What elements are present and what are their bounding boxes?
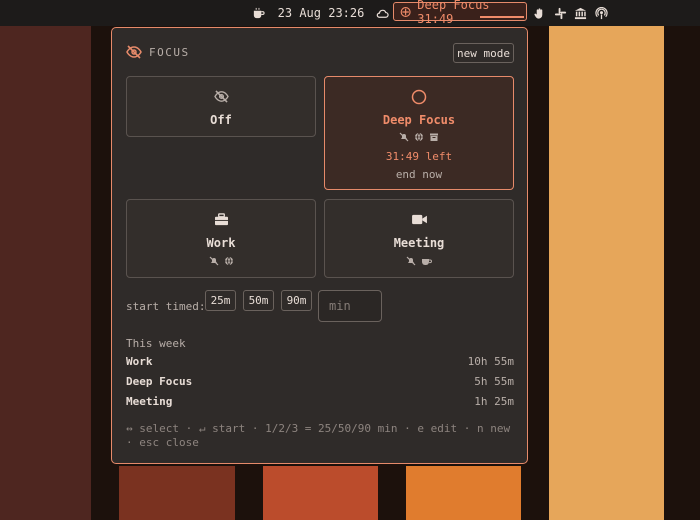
start-timed-label: start timed: — [126, 300, 206, 313]
coffee-icon[interactable] — [251, 0, 265, 26]
popover-title: FOCUS — [149, 46, 190, 59]
mode-card-work[interactable]: Work — [126, 199, 316, 278]
mode-card-deep-focus[interactable]: Deep Focus 31:49 left end now — [324, 76, 514, 190]
focus-progress-bar — [480, 16, 524, 18]
timed-50m-button[interactable]: 50m — [243, 290, 274, 311]
mode-label: Off — [210, 113, 232, 127]
eye-off-icon — [126, 45, 142, 59]
mode-label: Work — [206, 236, 236, 250]
row-duration: 10h 55m — [467, 355, 514, 368]
hand-icon[interactable] — [532, 0, 546, 26]
week-summary-row: Meeting 1h 25m — [126, 395, 514, 408]
wallpaper-stripe — [549, 26, 664, 520]
podcast-icon[interactable] — [594, 0, 608, 26]
row-mode-name: Work — [126, 355, 153, 368]
wallpaper-stripe — [119, 466, 235, 520]
mode-card-off[interactable]: Off — [126, 76, 316, 137]
eye-off-icon — [213, 90, 229, 103]
bank-icon[interactable] — [573, 0, 587, 26]
timed-25m-button[interactable]: 25m — [205, 290, 236, 311]
week-summary-row: Work 10h 55m — [126, 355, 514, 368]
menu-bar: 23 Aug 23:26 Deep Focus 31:49 — [0, 0, 700, 26]
wallpaper-stripe — [263, 466, 378, 520]
archive-icon — [430, 133, 438, 141]
wallpaper-stripe — [0, 26, 91, 520]
mode-label: Meeting — [393, 236, 445, 250]
keyboard-hints: ↔ select · ↵ start · 1/2/3 = 25/50/90 mi… — [126, 422, 511, 449]
globe-icon — [224, 256, 233, 266]
briefcase-icon — [214, 213, 228, 226]
focus-target-icon — [400, 6, 411, 17]
custom-minutes-input[interactable] — [318, 290, 382, 322]
row-duration: 5h 55m — [474, 375, 514, 388]
row-mode-name: Deep Focus — [126, 375, 193, 388]
week-summary-title: This week — [126, 337, 186, 350]
new-mode-button[interactable]: new mode — [453, 43, 514, 63]
end-now-button[interactable]: end now — [325, 168, 513, 181]
bell-off-icon — [406, 256, 415, 266]
bell-off-icon — [399, 132, 409, 142]
video-icon — [411, 214, 427, 225]
circle-icon — [411, 89, 427, 105]
timed-90m-button[interactable]: 90m — [281, 290, 312, 311]
row-duration: 1h 25m — [474, 395, 514, 408]
slack-icon[interactable] — [553, 0, 567, 26]
week-summary-row: Deep Focus 5h 55m — [126, 375, 514, 388]
menubar-clock[interactable]: 23 Aug 23:26 — [276, 0, 366, 26]
wallpaper-stripe — [406, 466, 521, 520]
mode-card-meeting[interactable]: Meeting — [324, 199, 514, 278]
coffee-icon — [421, 259, 432, 265]
focus-status-text: Deep Focus 31:49 — [417, 0, 490, 26]
time-left: 31:49 left — [385, 150, 453, 163]
globe-icon — [415, 132, 423, 142]
focus-status-pill[interactable]: Deep Focus 31:49 — [393, 0, 527, 26]
row-mode-name: Meeting — [126, 395, 173, 408]
mode-label: Deep Focus — [382, 113, 456, 127]
focus-popover: FOCUS new mode Off Deep Focus 31:49 left… — [111, 27, 528, 464]
bell-off-icon — [209, 256, 218, 266]
cloud-icon[interactable] — [375, 0, 389, 26]
